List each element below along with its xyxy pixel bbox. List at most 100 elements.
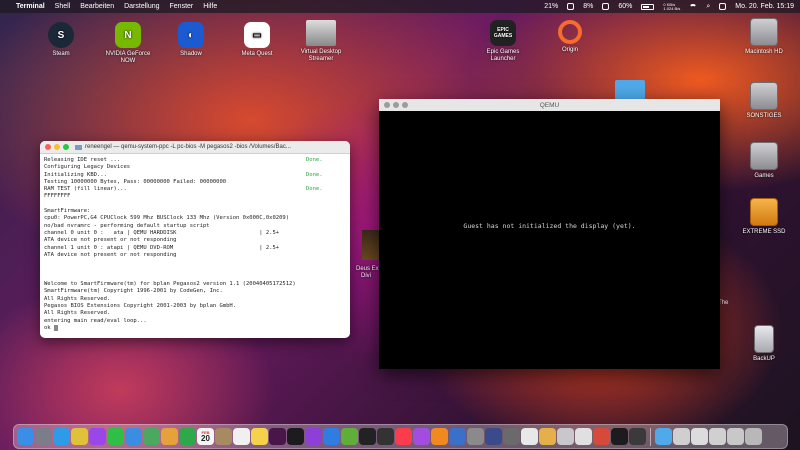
battery-icon[interactable] <box>641 3 655 10</box>
menu-terminal[interactable]: Terminal <box>16 3 45 10</box>
dock-app-podcasts-icon[interactable] <box>305 428 322 445</box>
menu-fenster[interactable]: Fenster <box>170 3 194 10</box>
dock-app-contacts-icon[interactable] <box>215 428 232 445</box>
minimize-button[interactable] <box>54 144 60 150</box>
dock-app-trash-icon[interactable] <box>745 428 762 445</box>
zoom-button[interactable] <box>63 144 69 150</box>
menu-shell[interactable]: Shell <box>55 3 71 10</box>
dock-app-app-c-icon[interactable] <box>539 428 556 445</box>
dock-app-maps-icon[interactable] <box>143 428 160 445</box>
terminal-line-text: All Rights Reserved. <box>44 310 111 317</box>
steam-icon: S <box>48 22 74 48</box>
desktop-icon-sonstiges[interactable]: SONSTIGES <box>728 82 800 120</box>
dock-app-app-d-icon[interactable] <box>557 428 574 445</box>
dock-app-photos-icon[interactable] <box>161 428 178 445</box>
dock-app-launchpad-icon[interactable] <box>35 428 52 445</box>
terminal-line: ATA device not present or not responding <box>44 252 346 259</box>
desktop-icon-games[interactable]: Games <box>728 142 800 180</box>
dock-app-podcasts2-icon[interactable] <box>413 428 430 445</box>
wifi-icon[interactable] <box>689 3 698 10</box>
dock-app-app-store-icon[interactable] <box>323 428 340 445</box>
dock-app-app-e-icon[interactable] <box>575 428 592 445</box>
menu-darstellung[interactable]: Darstellung <box>124 3 159 10</box>
control-center-icon[interactable] <box>719 3 727 10</box>
qemu-titlebar[interactable]: QEMU <box>379 99 720 111</box>
terminal-line-text: cpu0: PowerPC,G4 CPUClock 599 Mhz BUSClo… <box>44 215 290 222</box>
menu-bearbeiten[interactable]: Bearbeiten <box>80 3 114 10</box>
dock-app-safari-icon[interactable] <box>53 428 70 445</box>
dock-app-calendar-icon[interactable]: FEB 20 <box>197 428 214 445</box>
terminal-line: channel 1 unit 0 : atapi | QEMU DVD-ROM … <box>44 245 346 252</box>
desktop-icon-macintosh-hd[interactable]: Macintosh HD <box>728 18 800 56</box>
dock-app-mail-icon[interactable] <box>125 428 142 445</box>
dock-app-messages-icon[interactable] <box>107 428 124 445</box>
dock-app-app-a-icon[interactable] <box>503 428 520 445</box>
battery-percent[interactable]: 60% <box>618 3 632 10</box>
terminal-output[interactable]: Releasing IDE reset ... Done. Configuring … <box>40 154 350 335</box>
dock-app-chrome-icon[interactable] <box>71 428 88 445</box>
dock-app-books-icon[interactable] <box>431 428 448 445</box>
terminal-line: Welcome to SmartFirmware(tm) for bplan P… <box>44 281 346 288</box>
desktop-icon-backup[interactable]: BackUP <box>728 325 800 363</box>
desktop-icon-shadow[interactable]: ◐ Shadow <box>155 22 227 58</box>
dock-app-window-2-icon[interactable] <box>691 428 708 445</box>
desktop-icon-steam[interactable]: S Steam <box>25 22 97 58</box>
terminal-line-text <box>44 274 306 281</box>
terminal-prompt[interactable]: ok <box>44 324 346 332</box>
gpu-percent[interactable]: 8% <box>583 3 593 10</box>
dock-app-downloads-icon[interactable] <box>655 428 672 445</box>
menu-hilfe[interactable]: Hilfe <box>203 3 217 10</box>
display-icon[interactable] <box>567 3 575 10</box>
dock-app-vpn-icon[interactable] <box>485 428 502 445</box>
clock[interactable]: Mo. 20. Feb. 15:19 <box>735 3 794 10</box>
dock-app-app-b-icon[interactable] <box>521 428 538 445</box>
dock-app-tv-icon[interactable] <box>287 428 304 445</box>
dock-app-app-f-icon[interactable] <box>593 428 610 445</box>
terminal-line-text: Testing 10000000 Bytes, Pass: 00000000 F… <box>44 178 227 185</box>
terminal-line-text: Releasing IDE reset ... <box>44 157 121 163</box>
folder-icon <box>75 144 82 150</box>
terminal-line: SmartFirmware(tm) Copyright 1996-2001 by… <box>44 288 346 295</box>
terminal-title: reneengel — qemu-system-ppc -L pc-bios -… <box>85 144 291 150</box>
terminal-window[interactable]: reneengel — qemu-system-ppc -L pc-bios -… <box>40 141 350 338</box>
dock-app-sysprefs-icon[interactable] <box>467 428 484 445</box>
dock-app-notes-icon[interactable] <box>251 428 268 445</box>
dock-app-terminal-icon[interactable] <box>359 428 376 445</box>
dock-app-app-g-icon[interactable] <box>611 428 628 445</box>
desktop-icon-geforce-now[interactable]: N NVIDIA GeForce NOW <box>92 22 164 65</box>
desktop-icon-epic-games[interactable]: EPIC GAMES Epic Games Launcher <box>467 20 539 63</box>
text-cursor <box>53 324 58 331</box>
dock-app-messenger-icon[interactable] <box>89 428 106 445</box>
terminal-line-text: entering main read/eval loop... <box>44 317 147 324</box>
dock-app-activity-icon[interactable] <box>377 428 394 445</box>
dock-app-app-h-icon[interactable] <box>629 428 646 445</box>
search-icon[interactable]: ⌕ <box>706 3 710 11</box>
close-button[interactable] <box>45 144 51 150</box>
dock-app-window-1-icon[interactable] <box>673 428 690 445</box>
terminal-line: cpu0: PowerPC,G4 CPUClock 599 Mhz BUSClo… <box>44 215 346 222</box>
terminal-line-text: channel 1 unit 0 : atapi | QEMU DVD-ROM … <box>44 244 280 251</box>
desktop-icon-virtual-desktop[interactable]: Virtual Desktop Streamer <box>285 20 357 63</box>
desktop-icon-extreme-ssd[interactable]: EXTREME SSD <box>728 198 800 236</box>
dock-app-word-icon[interactable] <box>449 428 466 445</box>
cpu-percent[interactable]: 21% <box>544 3 558 10</box>
dock-app-adblock-icon[interactable] <box>341 428 358 445</box>
dock-app-window-4-icon[interactable] <box>727 428 744 445</box>
dock-app-facetime-icon[interactable] <box>179 428 196 445</box>
dock-app-reminders-icon[interactable] <box>233 428 250 445</box>
terminal-line: RAM TEST (fill linear)... Done. <box>44 186 346 193</box>
terminal-line-text: FFFFFFFF <box>44 193 71 200</box>
dock-app-music-icon[interactable] <box>395 428 412 445</box>
terminal-titlebar[interactable]: reneengel — qemu-system-ppc -L pc-bios -… <box>40 141 350 154</box>
network-rates[interactable]: 0 KB/s 1.024 B/s <box>663 2 680 11</box>
desktop-icon-meta-quest[interactable]: ▭ Meta Quest <box>221 22 293 58</box>
qemu-window[interactable]: QEMU Guest has not initialized the displ… <box>379 99 720 369</box>
shadow-icon: ◐ <box>178 22 204 48</box>
desktop-icon-origin[interactable]: Origin <box>534 20 606 54</box>
calendar-day: 20 <box>201 434 210 443</box>
dock-app-window-3-icon[interactable] <box>709 428 726 445</box>
terminal-line-text <box>44 266 306 273</box>
dock-app-finder-icon[interactable] <box>17 428 34 445</box>
dock-app-slack-icon[interactable] <box>269 428 286 445</box>
memory-icon[interactable] <box>602 3 610 10</box>
